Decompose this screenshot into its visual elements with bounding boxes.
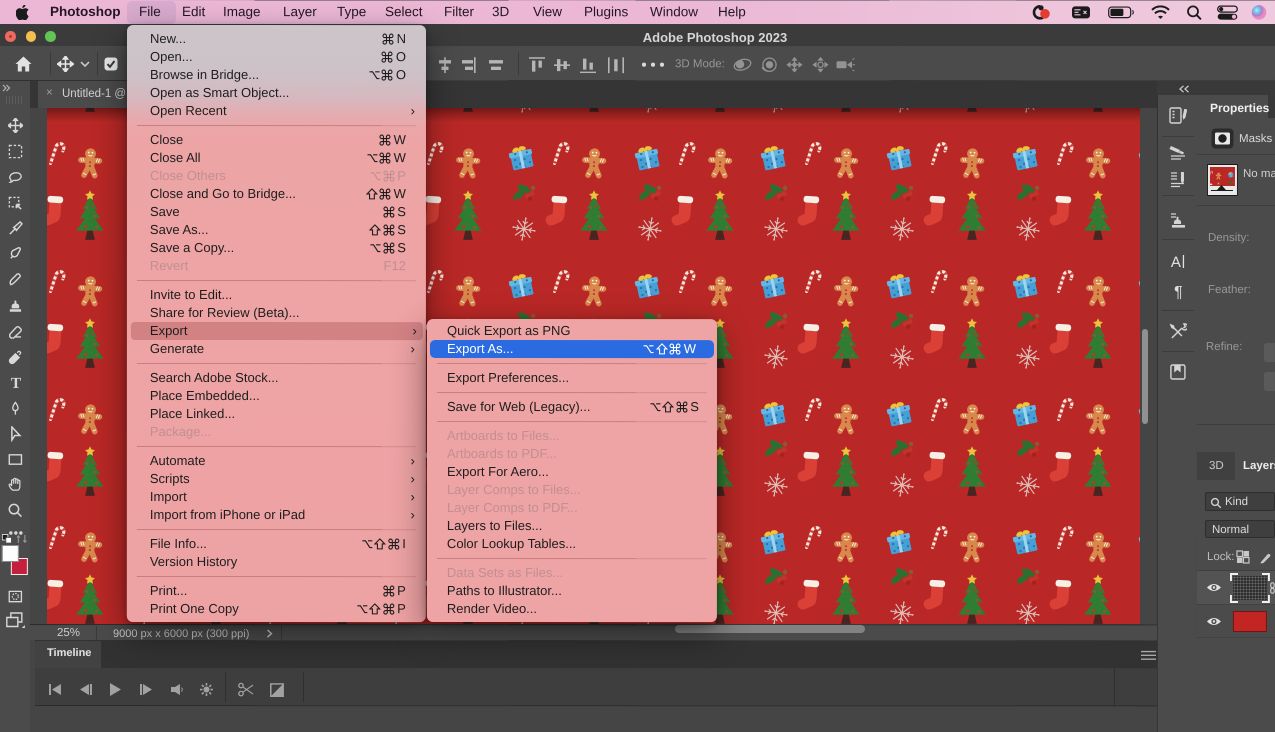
svg-text:¶: ¶ [1174,284,1183,300]
svg-text:T: T [11,375,22,390]
svg-text:A: A [1171,254,1181,270]
